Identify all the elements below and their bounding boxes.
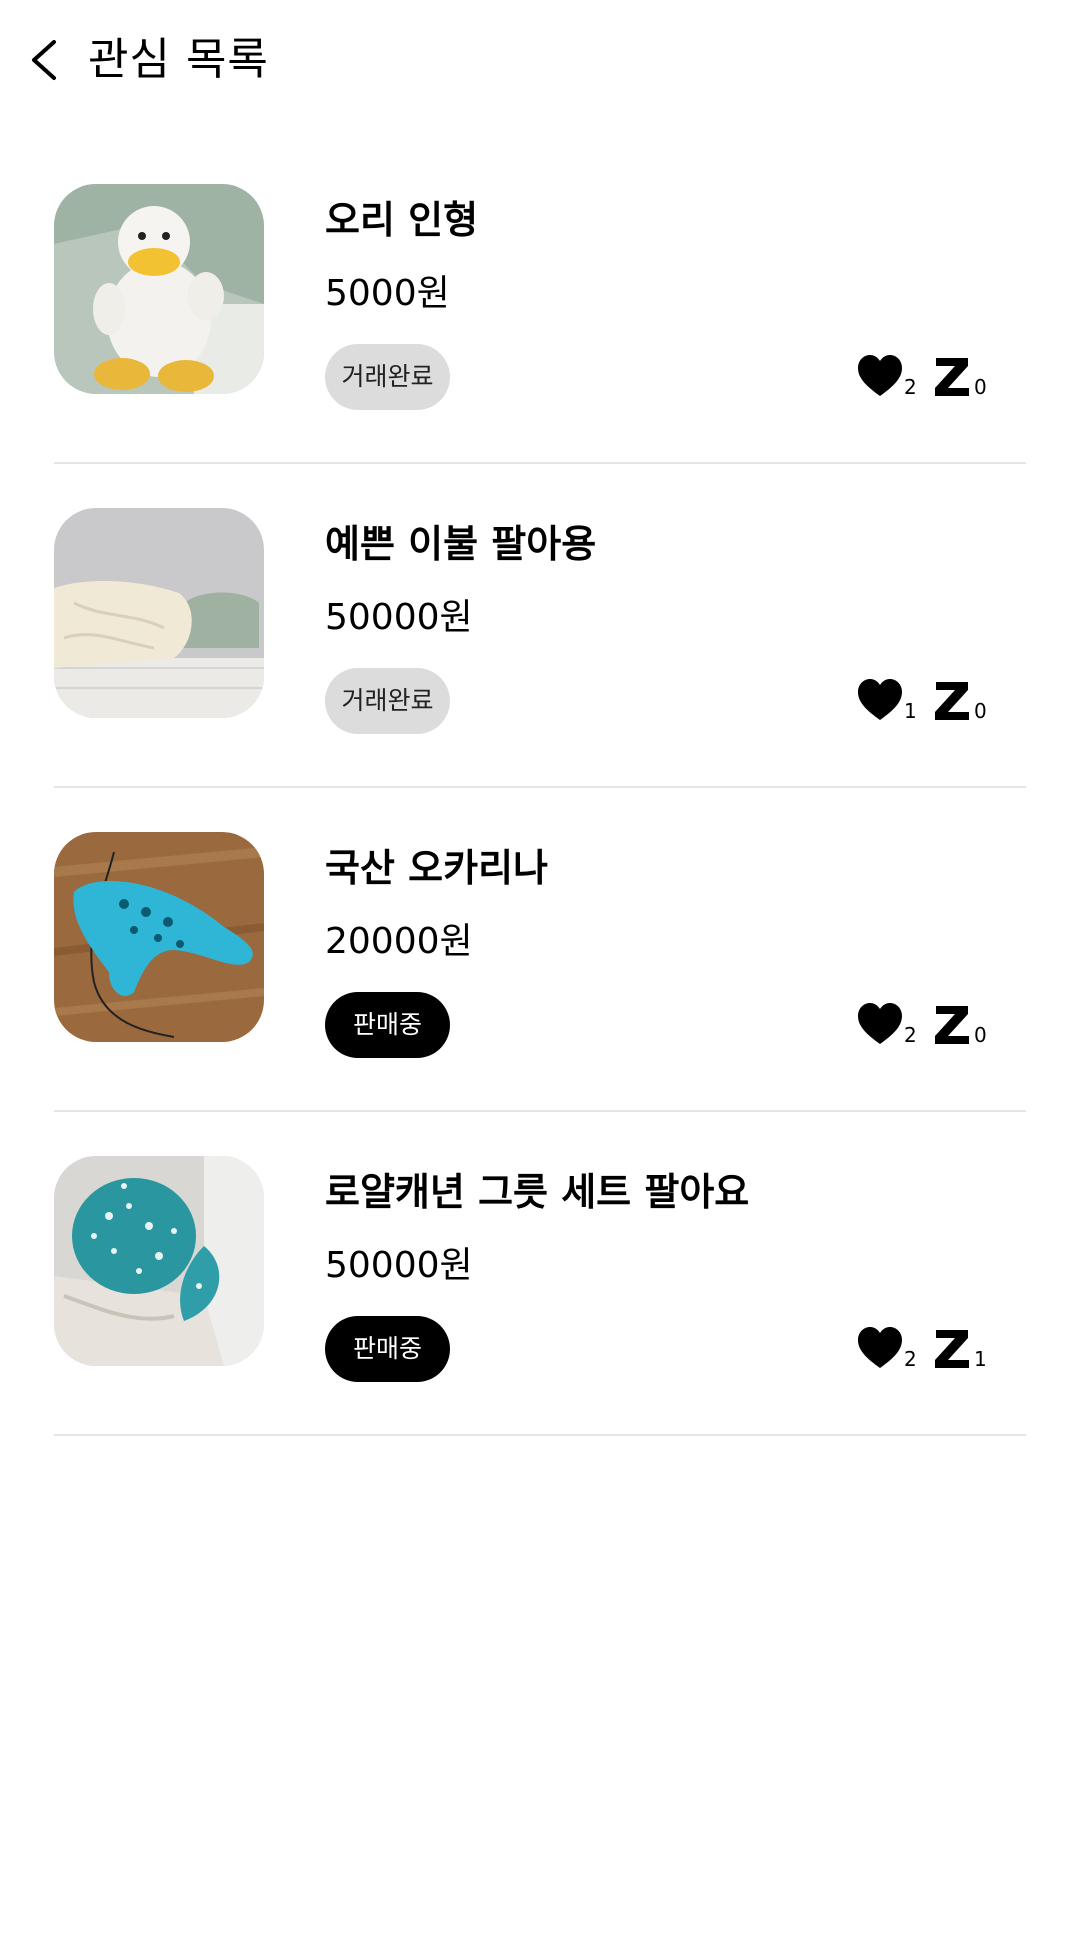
product-thumbnail[interactable] xyxy=(54,508,264,718)
chat-z-icon[interactable] xyxy=(932,1326,972,1370)
divider xyxy=(54,1434,1026,1436)
item-title: 오리 인형 xyxy=(325,198,479,242)
like-count: 2 xyxy=(904,1347,917,1371)
item-stats: 2 1 xyxy=(856,1324,996,1384)
heart-icon[interactable] xyxy=(856,1326,904,1370)
product-thumbnail[interactable] xyxy=(54,184,264,394)
chat-count: 0 xyxy=(974,1023,987,1047)
item-title: 국산 오카리나 xyxy=(325,846,548,890)
wishlist: 오리 인형 5000원 거래완료 2 0 예쁜 이불 팔아용 50000원 거래… xyxy=(0,140,1080,1436)
chat-z-icon[interactable] xyxy=(932,1002,972,1046)
chat-count: 0 xyxy=(974,375,987,399)
status-badge[interactable]: 거래완료 xyxy=(325,668,450,734)
status-badge[interactable]: 거래완료 xyxy=(325,344,450,410)
item-stats: 2 0 xyxy=(856,1000,996,1060)
list-item[interactable]: 국산 오카리나 20000원 판매중 2 0 xyxy=(0,788,1080,1112)
item-stats: 1 0 xyxy=(856,676,996,736)
item-title: 예쁜 이불 팔아용 xyxy=(325,522,597,566)
chat-z-icon[interactable] xyxy=(932,678,972,722)
like-count: 2 xyxy=(904,375,917,399)
list-item[interactable]: 오리 인형 5000원 거래완료 2 0 xyxy=(0,140,1080,464)
item-stats: 2 0 xyxy=(856,352,996,412)
like-count: 1 xyxy=(904,699,917,723)
chat-count: 1 xyxy=(974,1347,987,1371)
status-badge[interactable]: 판매중 xyxy=(325,992,450,1058)
app-header: 관심 목록 xyxy=(0,0,1080,120)
like-count: 2 xyxy=(904,1023,917,1047)
chat-z-icon[interactable] xyxy=(932,354,972,398)
item-title: 로얄캐년 그릇 세트 팔아요 xyxy=(325,1170,750,1214)
heart-icon[interactable] xyxy=(856,678,904,722)
chevron-left-icon xyxy=(32,40,56,80)
item-price: 5000원 xyxy=(325,273,450,314)
heart-icon[interactable] xyxy=(856,354,904,398)
product-thumbnail[interactable] xyxy=(54,1156,264,1366)
back-button[interactable] xyxy=(22,30,68,90)
status-badge[interactable]: 판매중 xyxy=(325,1316,450,1382)
product-thumbnail[interactable] xyxy=(54,832,264,1042)
page-title: 관심 목록 xyxy=(88,34,269,85)
item-price: 50000원 xyxy=(325,597,473,638)
list-item[interactable]: 로얄캐년 그릇 세트 팔아요 50000원 판매중 2 1 xyxy=(0,1112,1080,1436)
chat-count: 0 xyxy=(974,699,987,723)
item-price: 50000원 xyxy=(325,1245,473,1286)
item-price: 20000원 xyxy=(325,921,473,962)
list-item[interactable]: 예쁜 이불 팔아용 50000원 거래완료 1 0 xyxy=(0,464,1080,788)
heart-icon[interactable] xyxy=(856,1002,904,1046)
